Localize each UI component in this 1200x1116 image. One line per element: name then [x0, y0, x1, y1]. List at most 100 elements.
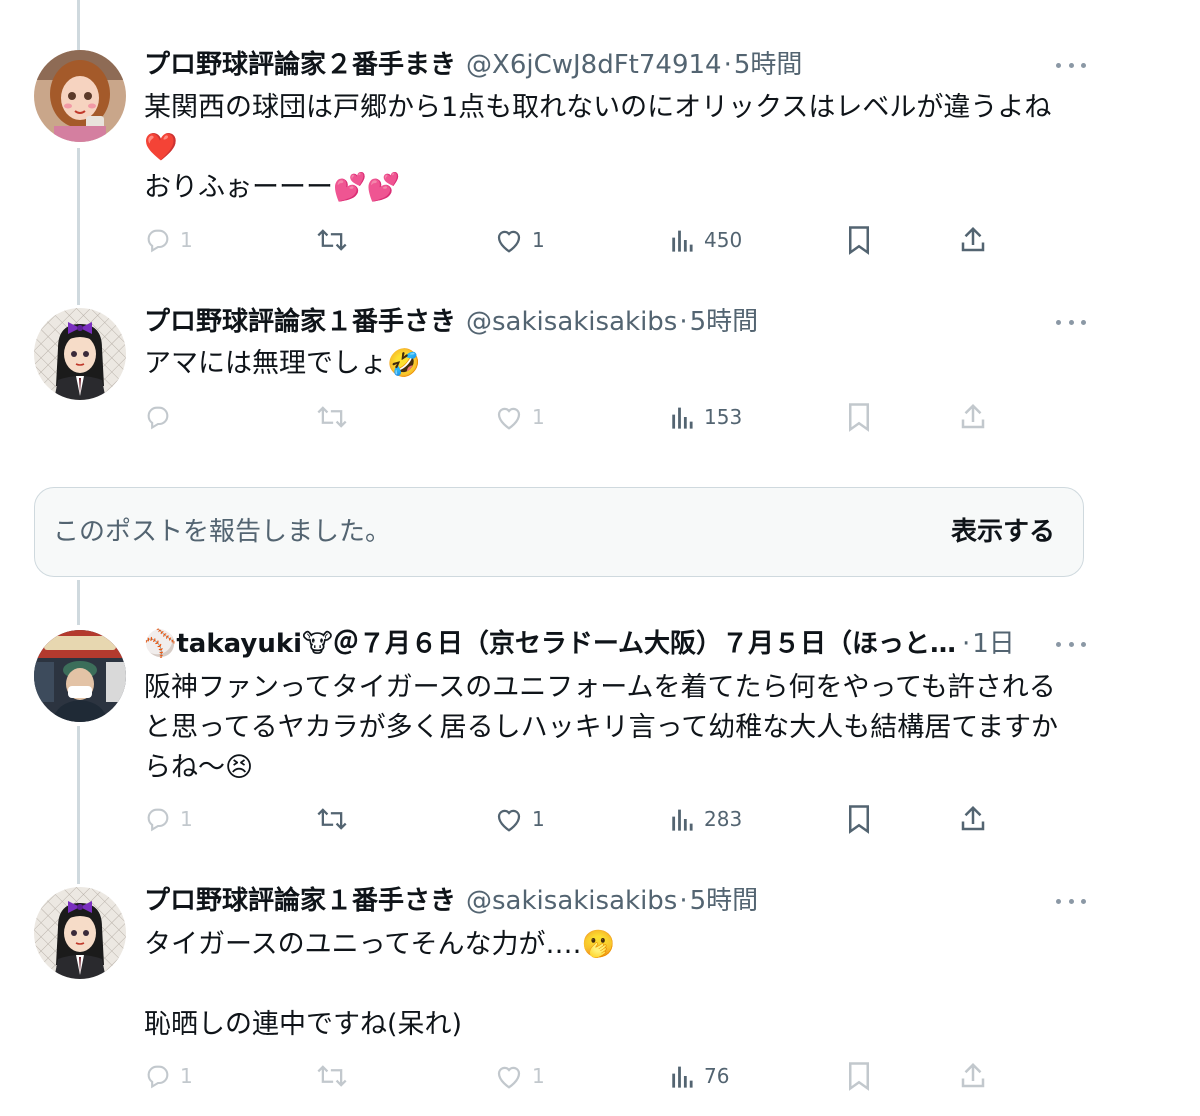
views-button[interactable]: 450	[670, 220, 742, 260]
reply-count: 1	[180, 807, 193, 831]
action-bar: 1 1 450	[0, 220, 1200, 260]
reply-button[interactable]	[144, 397, 180, 437]
reply-button[interactable]: 1	[144, 799, 193, 839]
post-time-header: · 1日	[960, 624, 1050, 664]
buffaloes-fan-avatar-icon	[34, 630, 126, 722]
heart-icon	[497, 1066, 521, 1089]
like-button[interactable]: 1	[494, 799, 545, 839]
user-handle[interactable]: @sakisakisakibs	[466, 302, 677, 342]
avatar[interactable]	[34, 308, 126, 400]
user-handle[interactable]: @X6jCwJ8dFt74914	[466, 45, 722, 85]
post-time[interactable]: 1日	[972, 624, 1015, 664]
reply-icon	[147, 1065, 169, 1089]
post-text: 阪神ファンってタイガースのユニフォームを着てたら何をやっても許されると思ってるヤ…	[144, 672, 1058, 783]
post-header: ⚾takayuki🐮＠７月６日（京セラドーム大阪）７月５日（ほっと…	[144, 624, 980, 664]
post[interactable]: プロ野球評論家２番手まき @X6jCwJ8dFt74914 · 5時間 某関西の…	[0, 0, 1200, 280]
thread-line	[77, 580, 80, 625]
repost-button[interactable]	[316, 1056, 348, 1096]
reply-icon	[147, 406, 169, 430]
bookmark-icon	[849, 403, 869, 432]
more-options-icon[interactable]	[1056, 312, 1086, 332]
repost-button[interactable]	[316, 220, 348, 260]
post-header: プロ野球評論家２番手まき @X6jCwJ8dFt74914 · 5時間	[144, 45, 1050, 85]
share-icon	[961, 403, 985, 429]
views-button[interactable]: 283	[670, 799, 742, 839]
view-count: 283	[704, 807, 743, 831]
display-name[interactable]: プロ野球評論家２番手まき	[144, 45, 456, 85]
avatar[interactable]	[34, 887, 126, 979]
like-count: 1	[532, 228, 545, 252]
heart-icon	[497, 809, 521, 832]
views-chart-icon	[672, 1066, 693, 1088]
display-name[interactable]: プロ野球評論家１番手さき	[144, 302, 456, 342]
post[interactable]: プロ野球評論家１番手さき @sakisakisakibs · 5時間 アマには無…	[0, 300, 1200, 450]
display-name[interactable]: ⚾takayuki🐮＠７月６日（京セラドーム大阪）７月５日（ほっと…	[144, 624, 956, 664]
repost-icon	[317, 229, 347, 251]
heart-icon	[497, 230, 521, 253]
repost-icon	[317, 1065, 347, 1087]
display-name[interactable]: プロ野球評論家１番手さき	[144, 881, 456, 921]
repost-icon	[317, 808, 347, 830]
separator: ·	[962, 629, 971, 659]
post-time[interactable]: 5時間	[690, 302, 759, 342]
girl-with-bow-avatar-icon	[34, 308, 126, 400]
bookmark-button[interactable]	[846, 1056, 872, 1096]
share-button[interactable]	[958, 1056, 988, 1096]
share-icon	[961, 226, 985, 252]
views-chart-icon	[672, 809, 693, 831]
avatar[interactable]	[34, 50, 126, 142]
like-button[interactable]: 1	[494, 397, 545, 437]
reply-count: 1	[180, 1064, 193, 1088]
heart-icon	[497, 407, 521, 430]
separator: ·	[723, 50, 732, 80]
share-button[interactable]	[958, 397, 988, 437]
post-time[interactable]: 5時間	[734, 45, 803, 85]
share-button[interactable]	[958, 799, 988, 839]
reported-post-notice: このポストを報告しました。 表示する	[34, 487, 1084, 577]
post-time[interactable]: 5時間	[690, 881, 759, 921]
post[interactable]: プロ野球評論家１番手さき @sakisakisakibs · 5時間 タイガース…	[0, 880, 1200, 1116]
bookmark-icon	[849, 226, 869, 255]
post-header: プロ野球評論家１番手さき @sakisakisakibs · 5時間	[144, 881, 1050, 921]
action-bar: 1 153	[0, 397, 1200, 437]
like-count: 1	[532, 405, 545, 429]
show-post-button[interactable]: 表示する	[951, 488, 1055, 576]
reply-button[interactable]: 1	[144, 1056, 193, 1096]
more-options-icon[interactable]	[1056, 55, 1086, 75]
more-options-icon[interactable]	[1056, 891, 1086, 911]
post-text: アマには無理でしょ🤣	[144, 348, 421, 379]
user-handle[interactable]: @sakisakisakibs	[466, 881, 677, 921]
bookmark-button[interactable]	[846, 220, 872, 260]
views-button[interactable]: 76	[670, 1056, 729, 1096]
separator: ·	[679, 307, 688, 337]
like-count: 1	[532, 1064, 545, 1088]
bookmark-button[interactable]	[846, 799, 872, 839]
like-button[interactable]: 1	[494, 1056, 545, 1096]
more-options-icon[interactable]	[1056, 634, 1086, 654]
post-text: タイガースのユニってそんな力が‥‥🫢 恥晒しの連中ですね(呆れ)	[144, 929, 616, 1040]
post-header: プロ野球評論家１番手さき @sakisakisakibs · 5時間	[144, 302, 1050, 342]
reply-thread: プロ野球評論家２番手まき @X6jCwJ8dFt74914 · 5時間 某関西の…	[0, 0, 1200, 1116]
reported-message: このポストを報告しました。	[53, 517, 392, 547]
share-icon	[961, 805, 985, 831]
repost-button[interactable]	[316, 799, 348, 839]
like-button[interactable]: 1	[494, 220, 545, 260]
views-button[interactable]: 153	[670, 397, 742, 437]
girl-with-bow-avatar-icon	[34, 887, 126, 979]
reply-icon	[147, 229, 169, 253]
reply-count: 1	[180, 228, 193, 252]
repost-button[interactable]	[316, 397, 348, 437]
repost-icon	[317, 406, 347, 428]
view-count: 76	[704, 1064, 730, 1088]
post[interactable]: ⚾takayuki🐮＠７月６日（京セラドーム大阪）７月５日（ほっと… · 1日 …	[0, 622, 1200, 842]
bookmark-button[interactable]	[846, 397, 872, 437]
avatar[interactable]	[34, 630, 126, 722]
reply-icon	[147, 808, 169, 832]
action-bar: 1 1 283	[0, 799, 1200, 839]
share-button[interactable]	[958, 220, 988, 260]
like-count: 1	[532, 807, 545, 831]
view-count: 153	[704, 405, 743, 429]
views-chart-icon	[672, 230, 693, 252]
reply-button[interactable]: 1	[144, 220, 193, 260]
bookmark-icon	[849, 805, 869, 834]
